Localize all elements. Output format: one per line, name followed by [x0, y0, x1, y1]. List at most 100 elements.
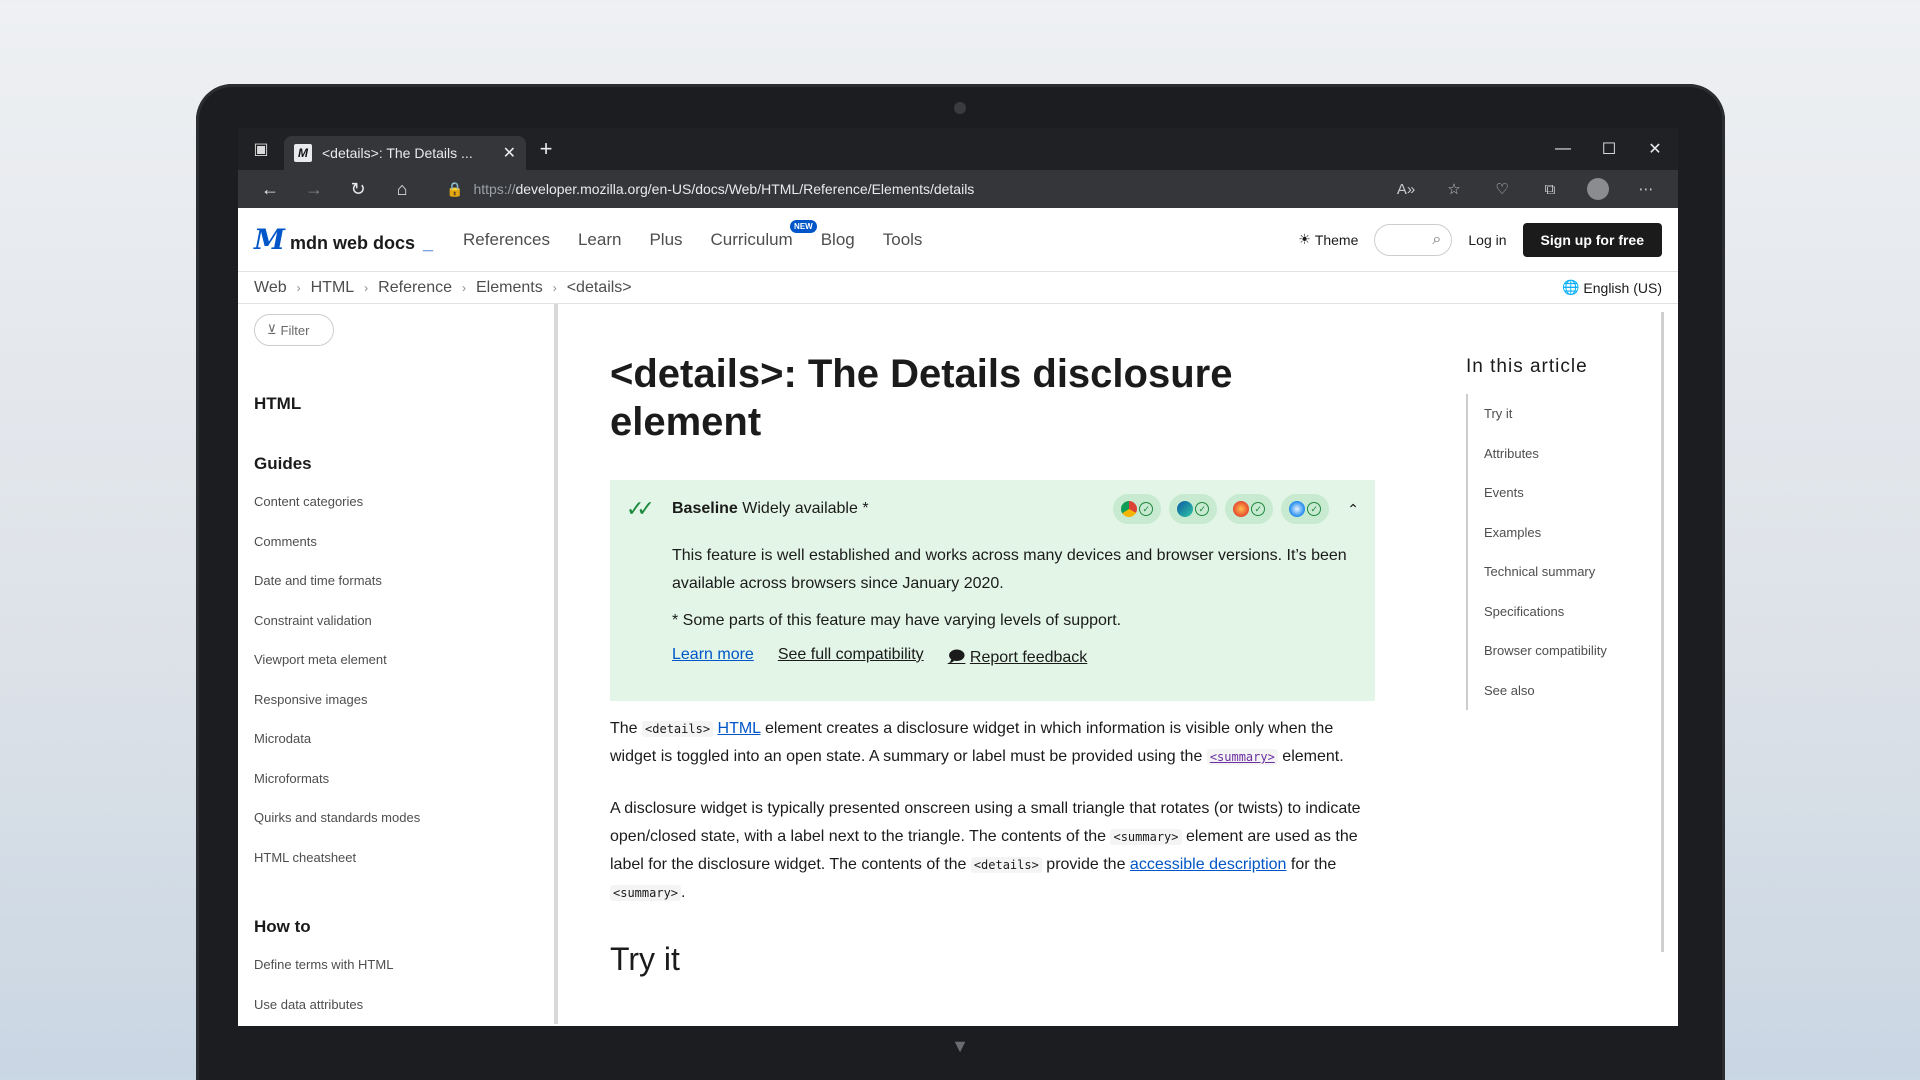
site-header: M mdn web docs _ References Learn Plus Cu… — [238, 208, 1678, 272]
crumb-elements[interactable]: Elements — [476, 279, 543, 297]
globe-icon: 🌐 — [1561, 279, 1580, 295]
signup-button[interactable]: Sign up for free — [1522, 222, 1662, 257]
accessible-description-link[interactable]: accessible description — [1130, 856, 1287, 873]
nav-curriculum[interactable]: Curriculum NEW — [699, 219, 817, 258]
close-tab-icon[interactable]: ✕ — [503, 143, 516, 163]
browser-support-icons: ✓ ✓ ✓ ✓ ⌃ — [1113, 494, 1359, 524]
nav-blog[interactable]: Blog — [809, 222, 867, 258]
nav-learn[interactable]: Learn — [566, 222, 633, 258]
toc-item-see-also[interactable]: See also — [1484, 671, 1658, 711]
url-field[interactable]: 🔒 https://developer.mozilla.org/en-US/do… — [434, 174, 1384, 204]
baseline-note: * Some parts of this feature may have va… — [672, 612, 1122, 629]
nav-references[interactable]: References — [451, 222, 562, 258]
logo-underscore: _ — [423, 233, 434, 253]
more-menu-icon[interactable]: ⋯ — [1624, 178, 1668, 200]
sidebar-item-date-time-formats[interactable]: Date and time formats — [254, 561, 538, 601]
try-it-heading: Try it — [610, 941, 680, 977]
back-icon[interactable]: ← — [248, 179, 292, 200]
firefox-icon — [1233, 501, 1250, 517]
toc-item-try-it[interactable]: Try it — [1484, 394, 1658, 434]
forward-icon[interactable]: → — [292, 179, 336, 200]
report-feedback-link[interactable]: 🗩 Report feedback — [948, 646, 1088, 673]
browser-essentials-icon[interactable]: ♡ — [1480, 178, 1524, 200]
description-paragraph: A disclosure widget is typically present… — [610, 795, 1380, 907]
filter-icon: ⊻ — [267, 322, 277, 337]
feedback-icon: 🗩 — [947, 649, 966, 666]
mdn-logo[interactable]: M mdn web docs _ — [254, 223, 433, 256]
check-icon: ✓ — [1251, 502, 1266, 516]
profile-avatar[interactable] — [1587, 178, 1609, 200]
url-protocol: https:// — [473, 181, 516, 197]
toc-heading: In this article — [1466, 356, 1588, 377]
brand-logo-icon: ▼ — [951, 1036, 969, 1056]
chrome-icon — [1121, 501, 1138, 517]
sidebar-item-viewport-meta[interactable]: Viewport meta element — [254, 640, 538, 680]
code-details: <details> — [970, 857, 1042, 873]
learn-more-link[interactable]: Learn more — [672, 646, 754, 673]
breadcrumb: Web › HTML › Reference › Elements › <det… — [238, 272, 1678, 304]
crumb-details[interactable]: <details> — [567, 279, 632, 297]
new-tab-icon[interactable]: + — [526, 128, 566, 170]
nav-tools[interactable]: Tools — [871, 222, 935, 258]
minimize-icon[interactable]: — — [1540, 128, 1586, 170]
favorite-icon[interactable]: ☆ — [1432, 178, 1476, 200]
url-path: developer.mozilla.org/en-US/docs/Web/HTM… — [515, 181, 975, 197]
tab-bar: ▣ M <details>: The Details ... ✕ + — ☐ ✕ — [238, 128, 1678, 170]
filter-button[interactable]: ⊻ Filter — [254, 314, 334, 346]
toc-item-specifications[interactable]: Specifications — [1484, 592, 1658, 632]
toc-item-attributes[interactable]: Attributes — [1484, 434, 1658, 474]
sidebar: ⊻ Filter HTML Guides Content categories C… — [238, 304, 558, 1024]
toc-item-browser-compatibility[interactable]: Browser compatibility — [1484, 631, 1658, 671]
chevron-up-icon[interactable]: ⌃ — [1347, 501, 1359, 518]
nav-plus[interactable]: Plus — [637, 222, 694, 258]
sidebar-item-comments[interactable]: Comments — [254, 522, 538, 562]
language-switcher[interactable]: 🌐 English (US) — [1562, 279, 1662, 296]
page-scrollbar[interactable] — [1661, 312, 1664, 952]
chevron-right-icon: › — [296, 280, 301, 295]
sidebar-item-microformats[interactable]: Microformats — [254, 759, 538, 799]
toc-item-examples[interactable]: Examples — [1484, 513, 1658, 553]
code-details: <details> — [642, 721, 714, 737]
refresh-icon[interactable]: ↻ — [336, 179, 380, 200]
sidebar-item-html-cheatsheet[interactable]: HTML cheatsheet — [254, 838, 538, 878]
table-of-contents: In this article Try it Attributes Events… — [1418, 304, 1658, 1024]
chevron-right-icon: › — [552, 280, 557, 295]
nav-curriculum-label: Curriculum — [710, 229, 793, 249]
chevron-right-icon: › — [364, 280, 369, 295]
sidebar-item-content-categories[interactable]: Content categories — [254, 482, 538, 522]
crumb-html[interactable]: HTML — [311, 279, 355, 297]
sidebar-item-constraint-validation[interactable]: Constraint validation — [254, 601, 538, 641]
sidebar-item-responsive-images[interactable]: Responsive images — [254, 680, 538, 720]
check-icon: ✓ — [1307, 502, 1322, 516]
crumb-reference[interactable]: Reference — [378, 279, 452, 297]
crumb-web[interactable]: Web — [254, 279, 287, 297]
language-label: English (US) — [1583, 279, 1662, 296]
sidebar-item-data-attributes[interactable]: Use data attributes — [254, 985, 538, 1025]
sidebar-item-define-terms[interactable]: Define terms with HTML — [254, 945, 538, 985]
sidebar-item-quirks-mode[interactable]: Quirks and standards modes — [254, 798, 538, 838]
sidebar-html-heading[interactable]: HTML — [254, 394, 538, 414]
theme-label: Theme — [1314, 231, 1359, 248]
maximize-icon[interactable]: ☐ — [1586, 128, 1632, 170]
extensions-icon[interactable]: ⧉ — [1528, 178, 1572, 200]
main-content: ⊻ Filter HTML Guides Content categories C… — [238, 304, 1678, 1024]
search-input[interactable]: ⌕ — [1374, 223, 1453, 256]
see-full-compat-link[interactable]: See full compatibility — [778, 646, 924, 673]
home-icon[interactable]: ⌂ — [380, 179, 424, 200]
baseline-description: This feature is well established and wor… — [672, 547, 1347, 592]
login-link[interactable]: Log in — [1468, 232, 1506, 248]
theme-button[interactable]: ☀ Theme — [1298, 231, 1358, 248]
toc-item-events[interactable]: Events — [1484, 473, 1658, 513]
close-window-icon[interactable]: ✕ — [1632, 128, 1678, 170]
edge-support: ✓ — [1169, 494, 1218, 524]
read-aloud-icon[interactable]: A» — [1384, 178, 1428, 200]
browser-tab[interactable]: M <details>: The Details ... ✕ — [284, 136, 526, 170]
baseline-check-icon: ✓✓ — [626, 496, 655, 521]
toc-item-technical-summary[interactable]: Technical summary — [1484, 552, 1658, 592]
summary-link[interactable]: <summary> — [1206, 749, 1278, 765]
intro-paragraph: The <details> HTML element creates a dis… — [610, 715, 1380, 771]
mdn-logo-icon: M — [254, 223, 285, 256]
html-link[interactable]: HTML — [718, 720, 761, 737]
sidebar-item-microdata[interactable]: Microdata — [254, 719, 538, 759]
tab-actions-icon[interactable]: ▣ — [238, 128, 284, 170]
